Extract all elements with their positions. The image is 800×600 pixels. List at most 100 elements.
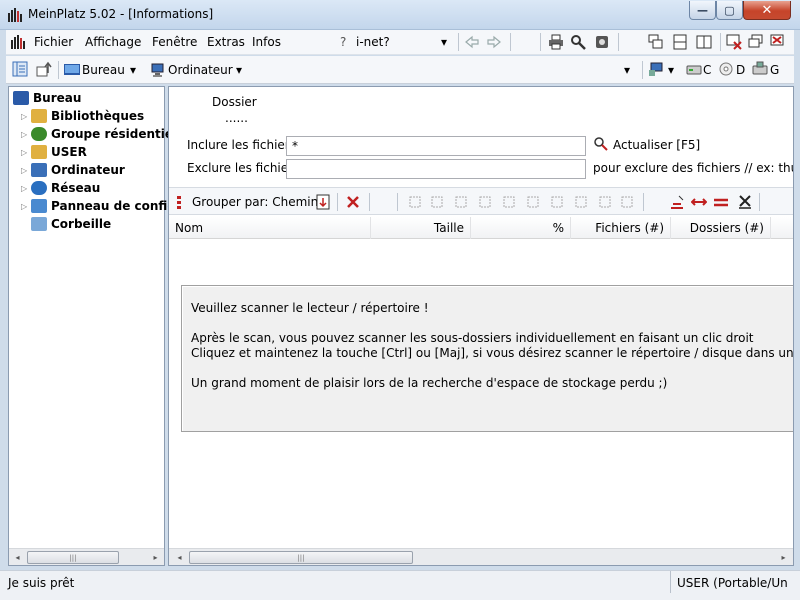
tree-item-reseau[interactable]: ▷ Réseau xyxy=(21,179,100,197)
move-icon[interactable] xyxy=(691,194,707,210)
col-nom[interactable]: Nom xyxy=(169,217,371,239)
drive-d-icon[interactable] xyxy=(718,61,734,77)
expand-icon[interactable]: ▷ xyxy=(21,184,31,193)
group-by-icon[interactable] xyxy=(173,194,189,210)
inet-dropdown-icon[interactable]: ▾ xyxy=(441,35,447,49)
desktop-icon[interactable] xyxy=(64,62,80,78)
ordinateur-dropdown-icon[interactable]: ▾ xyxy=(236,63,242,77)
col-percent[interactable]: % xyxy=(471,217,571,239)
exclude-files-label: Exclure les fichiers xyxy=(187,161,300,175)
expand-icon[interactable]: ▷ xyxy=(21,148,31,157)
expand-icon[interactable]: ▷ xyxy=(21,202,31,211)
level-all-icon[interactable] xyxy=(619,194,635,210)
app-menu-icon[interactable] xyxy=(10,34,26,50)
clean-icon[interactable] xyxy=(669,194,685,210)
group-by-label[interactable]: Grouper par: Chemin xyxy=(192,195,318,209)
scroll-right-icon[interactable]: ▸ xyxy=(775,549,792,565)
app-logo-icon xyxy=(8,8,22,22)
separator xyxy=(510,33,511,51)
level-6-icon[interactable] xyxy=(549,194,565,210)
level-2-icon[interactable] xyxy=(453,194,469,210)
menu-infos[interactable]: Infos xyxy=(252,35,281,49)
drive-d-label[interactable]: D xyxy=(736,63,745,77)
maximize-button[interactable]: ▢ xyxy=(716,1,743,20)
recycle-bin-icon xyxy=(31,217,47,231)
message-line: Cliquez et maintenez la touche [Ctrl] ou… xyxy=(191,346,794,360)
close-all-icon[interactable] xyxy=(770,34,786,50)
col-taille[interactable]: Taille xyxy=(371,217,471,239)
tree-item-bureau[interactable]: Bureau xyxy=(13,89,81,107)
tree-item-corbeille[interactable]: Corbeille xyxy=(31,215,111,233)
ordinateur-button-label[interactable]: Ordinateur xyxy=(168,63,233,77)
level-7-icon[interactable] xyxy=(573,194,589,210)
level-4-icon[interactable] xyxy=(501,194,517,210)
tree-horizontal-scrollbar[interactable]: ◂ ||| ▸ xyxy=(9,548,164,565)
back-arrow-icon[interactable] xyxy=(464,34,480,50)
tree-view-icon[interactable] xyxy=(12,61,28,77)
print-icon[interactable] xyxy=(548,34,564,50)
drive-c-label[interactable]: C xyxy=(703,63,711,77)
level-8-icon[interactable] xyxy=(597,194,613,210)
drive-c-icon[interactable] xyxy=(686,61,702,77)
scroll-right-icon[interactable]: ▸ xyxy=(147,549,164,565)
drives-dropdown-icon-2[interactable]: ▾ xyxy=(668,63,674,77)
help-icon[interactable]: ? xyxy=(340,35,346,49)
menu-fenetre[interactable]: Fenêtre xyxy=(152,35,197,49)
tree-item-ordinateur[interactable]: ▷ Ordinateur xyxy=(21,161,125,179)
drives-dropdown-icon[interactable]: ▾ xyxy=(624,63,630,77)
drive-g-icon[interactable] xyxy=(752,61,768,77)
swap-icon[interactable] xyxy=(713,194,729,210)
results-horizontal-scrollbar[interactable]: ◂ ||| ▸ xyxy=(169,548,793,565)
bureau-button-label[interactable]: Bureau xyxy=(82,63,125,77)
col-fichiers[interactable]: Fichiers (#) xyxy=(571,217,671,239)
scroll-left-icon[interactable]: ◂ xyxy=(171,549,188,565)
expand-icon[interactable]: ▷ xyxy=(21,112,31,121)
expand-icon[interactable]: ▷ xyxy=(21,166,31,175)
scroll-thumb[interactable]: ||| xyxy=(27,551,119,564)
tree-item-bibliotheques[interactable]: ▷ Bibliothèques xyxy=(21,107,144,125)
sort-toggle-icon[interactable] xyxy=(315,194,331,210)
refresh-label[interactable]: Actualiser [F5] xyxy=(613,138,700,152)
network-drive-icon[interactable] xyxy=(648,61,664,77)
refresh-icon[interactable] xyxy=(593,136,609,152)
level-1-icon[interactable] xyxy=(429,194,445,210)
tile-horizontal-icon[interactable] xyxy=(672,34,688,50)
close-window-icon[interactable] xyxy=(726,34,742,50)
computer-icon[interactable] xyxy=(150,62,166,78)
tree-item-user[interactable]: ▷ USER xyxy=(21,143,87,161)
search-icon[interactable] xyxy=(570,34,586,50)
cascade-windows-icon[interactable] xyxy=(648,34,664,50)
close-button[interactable]: ✕ xyxy=(743,1,791,20)
folder-up-icon[interactable] xyxy=(36,61,52,77)
tile-vertical-icon[interactable] xyxy=(696,34,712,50)
tree-item-groupe-residentiel[interactable]: ▷ Groupe résidentiel xyxy=(21,125,177,143)
folder-tree[interactable]: Bureau ▷ Bibliothèques ▷ Groupe résident… xyxy=(8,86,184,566)
bureau-dropdown-icon[interactable]: ▾ xyxy=(130,63,136,77)
drive-g-label[interactable]: G xyxy=(770,63,779,77)
tree-item-panneau-de-configuration[interactable]: ▷ Panneau de configu xyxy=(21,197,184,215)
expand-icon[interactable]: ▷ xyxy=(21,130,31,139)
info-message-box: Veuillez scanner le lecteur / répertoire… xyxy=(181,285,794,432)
scroll-left-icon[interactable]: ◂ xyxy=(9,549,26,565)
minimize-button[interactable]: — xyxy=(689,1,716,20)
menu-affichage[interactable]: Affichage xyxy=(85,35,141,49)
menu-fichier[interactable]: Fichier xyxy=(34,35,73,49)
message-line: Un grand moment de plaisir lors de la re… xyxy=(191,376,668,390)
remove-icon[interactable] xyxy=(737,194,753,210)
menu-extras[interactable]: Extras xyxy=(207,35,245,49)
level-5-icon[interactable] xyxy=(525,194,541,210)
restore-window-icon[interactable] xyxy=(748,34,764,50)
include-files-input[interactable] xyxy=(286,136,586,156)
status-user-info: USER (Portable/Un xyxy=(670,571,800,593)
inet-label[interactable]: i-net? xyxy=(356,35,390,49)
toolbar: Bureau ▾ Ordinateur ▾ ▾ ▾ C D G xyxy=(6,56,794,84)
scroll-thumb[interactable]: ||| xyxy=(189,551,413,564)
forward-arrow-icon[interactable] xyxy=(486,34,502,50)
delete-icon[interactable] xyxy=(345,194,361,210)
level-0-icon[interactable] xyxy=(407,194,423,210)
disk-icon[interactable] xyxy=(594,34,610,50)
computer-icon xyxy=(31,163,47,177)
col-dossiers[interactable]: Dossiers (#) xyxy=(671,217,771,239)
exclude-files-input[interactable] xyxy=(286,159,586,179)
level-3-icon[interactable] xyxy=(477,194,493,210)
